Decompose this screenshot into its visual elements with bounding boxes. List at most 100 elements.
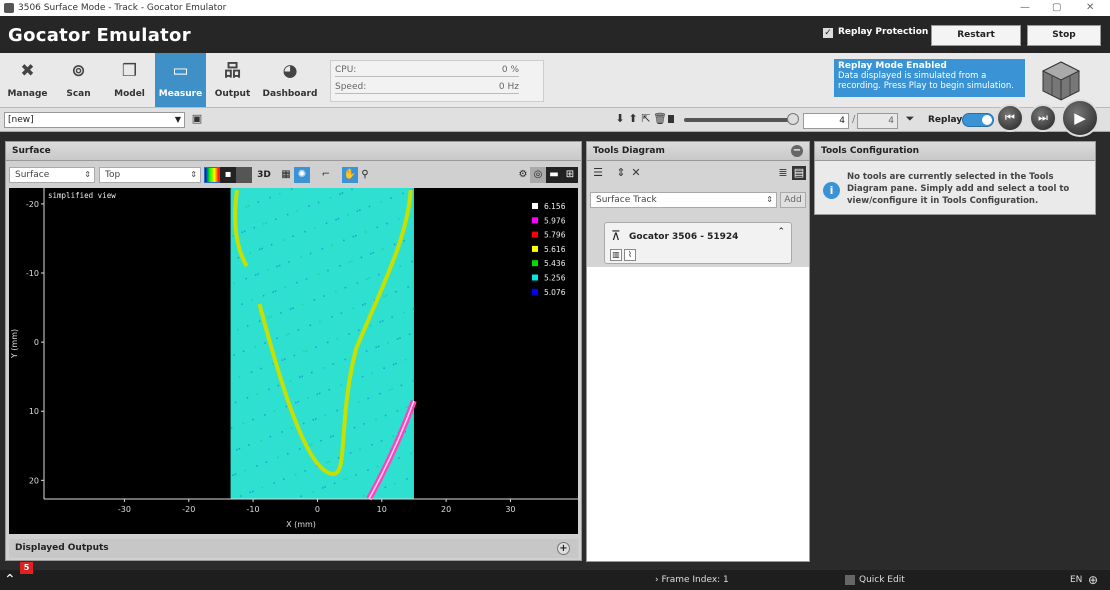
noise-speck xyxy=(399,337,401,339)
gocator-cube-logo-icon xyxy=(1041,61,1081,101)
frame-slider-track[interactable] xyxy=(684,118,794,122)
replay-protection-checkbox[interactable]: ✓ xyxy=(823,28,833,38)
noise-speck xyxy=(340,312,343,314)
noise-speck xyxy=(241,303,243,305)
restart-emulation-button[interactable]: Restart Emulation xyxy=(931,25,1021,59)
noise-speck xyxy=(384,414,387,417)
step-back-button[interactable]: ⏮ xyxy=(996,104,1024,132)
job-select[interactable]: [new] ▼ xyxy=(4,112,185,128)
chevron-updown-icon[interactable]: ⌃ xyxy=(777,227,785,237)
noise-speck xyxy=(244,469,246,472)
legend-swatch xyxy=(532,260,538,267)
noise-speck xyxy=(250,371,253,373)
close-button[interactable]: ✕ xyxy=(1086,0,1094,16)
mesh-icon[interactable]: ▦ xyxy=(278,167,294,183)
noise-speck xyxy=(249,491,252,494)
view-3d-button[interactable]: 3D xyxy=(256,167,272,183)
snapshot-icon[interactable]: ▬ xyxy=(546,167,562,183)
noise-speck xyxy=(332,435,334,437)
device-node[interactable]: ⊼ Gocator 3506 - 51924 ⌃ ▥ ⌇ xyxy=(604,222,792,264)
surface-plot[interactable]: -30 -20 -10 0 10 20 30 -20 -10 0 10 20 X (mm) Y (mm) s… xyxy=(9,188,578,534)
notification-badge[interactable]: 5 xyxy=(20,562,33,574)
step-forward-button[interactable]: ⏭ xyxy=(1029,104,1057,132)
noise-speck xyxy=(308,205,310,207)
displayed-outputs-bar[interactable]: Displayed Outputs + xyxy=(9,539,578,558)
globe-icon[interactable]: ⊕ xyxy=(1088,570,1098,590)
nav-manage[interactable]: ✖ Manage xyxy=(2,53,53,107)
grayscale-view-icon[interactable] xyxy=(236,167,252,183)
export-icon[interactable]: ⇱ xyxy=(640,112,652,126)
surface-source-select[interactable]: Surface ⇕ xyxy=(9,167,95,183)
tool-type-value: Surface Track xyxy=(596,195,657,205)
download-icon[interactable]: ⬇ xyxy=(614,112,626,126)
noise-speck xyxy=(387,341,389,344)
noise-speck xyxy=(246,325,249,327)
x-tick-label: 20 xyxy=(441,505,451,514)
nav-output[interactable]: 品 Output xyxy=(207,53,258,107)
filter-icon[interactable]: ⏷ xyxy=(903,112,917,126)
noise-speck xyxy=(321,487,324,489)
nav-label: Measure xyxy=(158,89,203,99)
collapse-icon[interactable]: − xyxy=(791,145,803,157)
slider-start-handle[interactable] xyxy=(668,115,674,123)
quick-edit-checkbox[interactable] xyxy=(845,575,855,585)
chevron-up-icon[interactable]: ⌃ xyxy=(4,570,16,590)
frame-number-input[interactable]: 4 xyxy=(803,113,849,129)
y-tick-label: -20 xyxy=(26,200,39,209)
add-tool-button[interactable]: Add xyxy=(780,192,806,208)
heightmap-view-icon[interactable] xyxy=(204,167,220,183)
expand-icon[interactable]: ⇕ xyxy=(615,166,627,180)
noise-speck xyxy=(293,354,296,357)
profile-icon[interactable]: ⌐ xyxy=(318,167,334,183)
frame-index-text: Frame Index: 1 xyxy=(661,575,729,585)
overlay-icon[interactable]: ◎ xyxy=(530,167,546,183)
intensity-view-icon[interactable]: ▪ xyxy=(220,167,236,183)
fullscreen-icon[interactable]: ⊞ xyxy=(562,167,578,183)
profile-output-icon[interactable]: ⌇ xyxy=(624,249,636,261)
upload-icon[interactable]: ⬆ xyxy=(627,112,639,126)
zoom-icon[interactable]: ⚲ xyxy=(357,167,373,183)
legend-label: 5.616 xyxy=(544,245,566,254)
replay-toggle[interactable] xyxy=(962,113,994,127)
play-button[interactable]: ▶ xyxy=(1061,99,1099,137)
minimize-button[interactable]: — xyxy=(1020,0,1030,16)
cpu-label: CPU: xyxy=(335,65,357,75)
noise-speck xyxy=(391,316,393,318)
compact-view-icon[interactable]: ▤ xyxy=(792,166,806,180)
legend-swatch xyxy=(532,203,538,209)
noise-speck xyxy=(278,264,281,267)
tool-type-select[interactable]: Surface Track ⇕ xyxy=(590,192,777,208)
maximize-button[interactable]: ▢ xyxy=(1052,0,1061,16)
noise-speck xyxy=(363,494,365,497)
trash-icon[interactable]: 🗑 xyxy=(653,112,667,126)
pointcloud-icon[interactable]: ✺ xyxy=(294,167,310,183)
nav-model[interactable]: ❒ Model xyxy=(104,53,155,107)
stop-emulation-button[interactable]: Stop Emulation xyxy=(1027,25,1101,59)
collapse-all-icon[interactable]: ✕ xyxy=(630,166,642,180)
x-tick-label: -20 xyxy=(182,505,195,514)
legend-swatch xyxy=(532,245,538,252)
nav-scan[interactable]: ⊚ Scan xyxy=(53,53,104,107)
surface-output-icon[interactable]: ▥ xyxy=(610,249,622,261)
status-bar: ⌃ 5 › Frame Index: 1 Quick Edit EN ⊕ xyxy=(0,562,1110,590)
legend-label: 6.156 xyxy=(544,202,566,211)
gauge-icon: ◕ xyxy=(282,61,298,81)
noise-speck xyxy=(247,205,250,207)
network-icon: 品 xyxy=(224,61,241,81)
view-select[interactable]: Top ⇕ xyxy=(99,167,201,183)
heightmap-chart[interactable]: -30 -20 -10 0 10 20 30 -20 -10 0 10 20 X (mm) Y (mm) s… xyxy=(9,188,578,534)
frame-slider-knob[interactable] xyxy=(787,113,799,125)
noise-speck xyxy=(393,243,396,246)
legend-label: 5.436 xyxy=(544,259,566,268)
list-view-icon[interactable]: ☰ xyxy=(591,166,605,180)
settings-cog-icon[interactable]: ⚙ xyxy=(515,167,531,183)
noise-speck xyxy=(397,218,400,220)
pan-hand-icon[interactable]: ✋ xyxy=(342,167,358,183)
detail-view-icon[interactable]: ≣ xyxy=(777,166,789,180)
noise-speck xyxy=(402,192,404,195)
add-output-icon[interactable]: + xyxy=(557,542,570,555)
nav-measure[interactable]: ▭ Measure xyxy=(155,53,206,107)
save-icon[interactable]: ▣ xyxy=(190,112,204,126)
language-label[interactable]: EN xyxy=(1070,570,1082,590)
nav-dashboard[interactable]: ◕ Dashboard xyxy=(261,53,319,107)
